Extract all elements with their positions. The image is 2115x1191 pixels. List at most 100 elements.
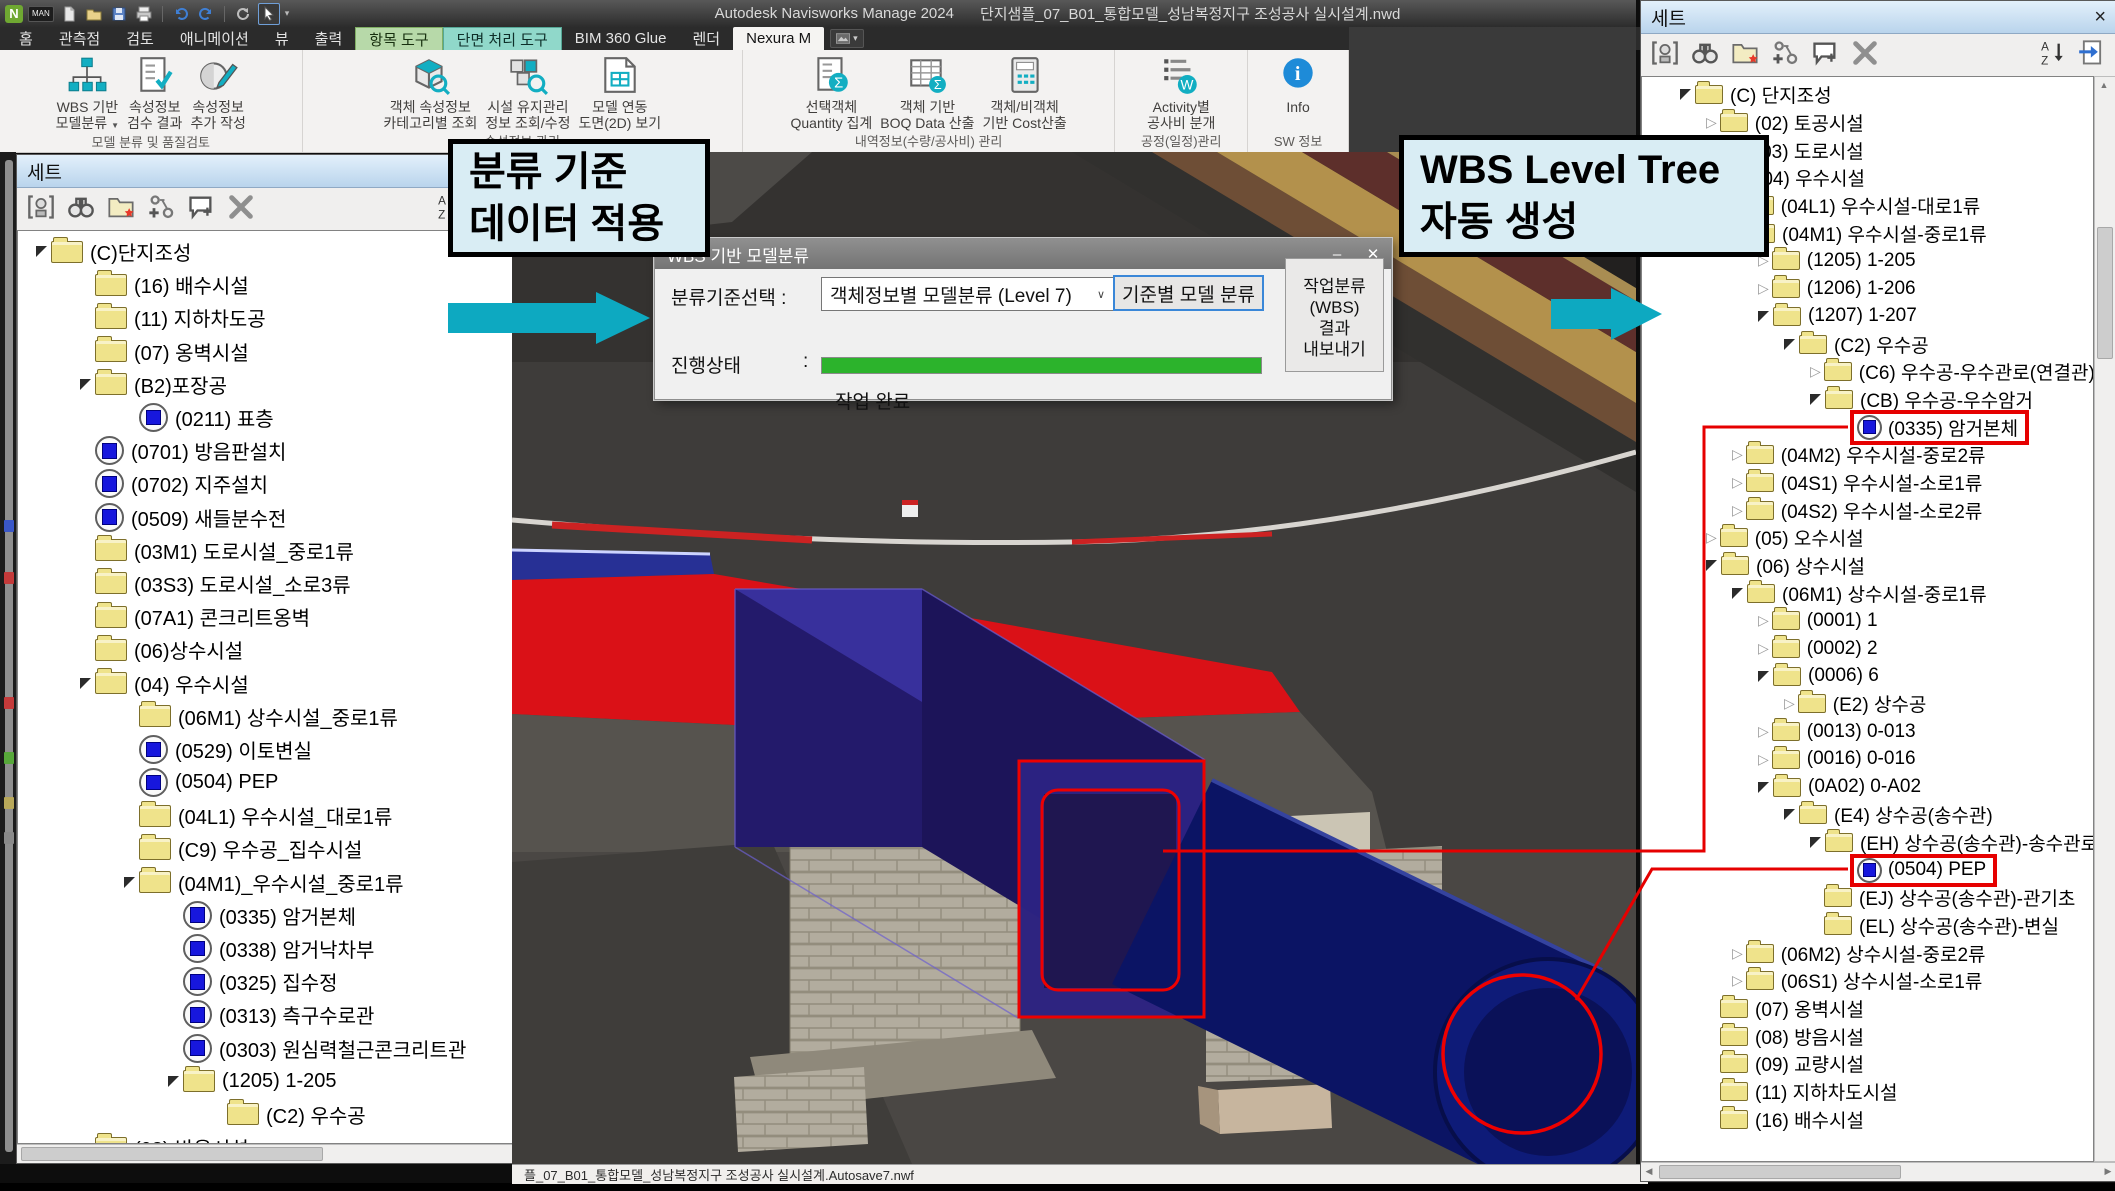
tree-item[interactable]: ▷(05) 오수시설 xyxy=(1642,524,2093,552)
tree-item[interactable]: (06M1) 상수시설_중로1류 xyxy=(18,700,512,733)
ribbon-button[interactable]: Σ선택객체Quantity 집계 xyxy=(787,53,877,131)
expander-closed-icon[interactable]: ▷ xyxy=(1732,474,1743,491)
criteria-select-dropdown[interactable]: 객체정보별 모델분류 (Level 7) ∨ xyxy=(821,277,1114,311)
expander-open-icon[interactable] xyxy=(1758,671,1769,682)
ribbon-button[interactable]: Σ객체 기반BOQ Data 산출 xyxy=(876,53,978,131)
comment-icon[interactable] xyxy=(187,193,215,226)
tree-item[interactable]: (0A02) 0-A02 xyxy=(1642,773,2093,801)
ribbon-button[interactable]: iInfo xyxy=(1273,53,1323,115)
display-options-button[interactable]: ▾ xyxy=(830,29,864,48)
tree-item[interactable]: (07) 옹벽시설 xyxy=(1642,995,2093,1023)
tree-item[interactable]: (08) 방음시설 xyxy=(18,1131,512,1144)
expander-open-icon[interactable] xyxy=(1810,394,1821,405)
expander-open-icon[interactable] xyxy=(124,877,135,888)
tree-item[interactable]: (E4) 상수공(송수관) xyxy=(1642,801,2093,829)
tree-item[interactable]: (0504) PEP xyxy=(1642,856,2093,884)
import-export-icon[interactable] xyxy=(2078,39,2106,72)
tree-item[interactable]: ▷(1206) 1-206 xyxy=(1642,275,2093,303)
expander-closed-icon[interactable]: ▷ xyxy=(1758,612,1769,629)
tree-item[interactable]: (0504) PEP xyxy=(18,766,512,799)
expander-closed-icon[interactable]: ▷ xyxy=(1732,945,1743,962)
menu-tab[interactable]: 홈 xyxy=(6,27,46,50)
menu-tab[interactable]: 단면 처리 도구 xyxy=(443,27,562,50)
menu-tab[interactable]: 뷰 xyxy=(262,27,302,50)
new-folder-icon[interactable] xyxy=(107,193,135,226)
expander-open-icon[interactable] xyxy=(36,246,47,257)
scroll-left-icon[interactable]: ◀ xyxy=(1641,1164,1657,1178)
scroll-right-icon[interactable]: ▶ xyxy=(2100,1164,2115,1178)
tree-item[interactable]: (C) 단지조성 xyxy=(1642,81,2093,109)
tree-item[interactable]: (C)단지조성 xyxy=(18,235,512,268)
tree-item[interactable]: (04) 우수시설 xyxy=(18,666,512,699)
find-icon[interactable] xyxy=(1691,39,1719,72)
tree-item[interactable]: (0529) 이토변실 xyxy=(18,733,512,766)
cursor-icon[interactable] xyxy=(258,3,280,25)
expander-closed-icon[interactable]: ▷ xyxy=(1732,502,1743,519)
tree-item[interactable]: (06M1) 상수시설-중로1류 xyxy=(1642,579,2093,607)
tree-item[interactable]: (C2) 우수공 xyxy=(18,1098,512,1131)
scroll-up-icon[interactable]: ▲ xyxy=(2095,77,2113,93)
add-set-icon[interactable] xyxy=(147,193,175,226)
tree-item[interactable]: (B2)포장공 xyxy=(18,368,512,401)
menu-tab[interactable]: 항목 도구 xyxy=(355,27,442,50)
export-wbs-result-button[interactable]: 작업분류 (WBS) 결과 내보내기 xyxy=(1285,258,1384,372)
sort-icon[interactable]: AZ xyxy=(2040,39,2068,72)
tree-item[interactable]: (03S3) 도로시설_소로3류 xyxy=(18,567,512,600)
expander-closed-icon[interactable]: ▷ xyxy=(1732,972,1743,989)
ribbon-button[interactable]: 객체/비객체기반 Cost산출 xyxy=(979,53,1071,131)
chevron-down-icon[interactable]: ▾ xyxy=(285,8,290,19)
vertical-scrollbar[interactable]: ▲ xyxy=(2094,76,2115,1162)
expander-open-icon[interactable] xyxy=(1758,311,1769,322)
expander-closed-icon[interactable]: ▷ xyxy=(1706,114,1717,131)
tree-item[interactable]: (EJ) 상수공(송수관)-관기초 xyxy=(1642,884,2093,912)
tree-item[interactable]: (11) 지하차도시설 xyxy=(1642,1078,2093,1106)
selection-set-icon[interactable] xyxy=(1651,39,1679,72)
menu-tab[interactable]: 애니메이션 xyxy=(167,27,262,50)
tree-item[interactable]: (0338) 암거낙차부 xyxy=(18,932,512,965)
ribbon-button[interactable]: 모델 연동도면(2D) 보기 xyxy=(574,53,665,131)
expander-closed-icon[interactable]: ▷ xyxy=(1706,529,1717,546)
tree-item[interactable]: ▷(06S1) 상수시설-소로1류 xyxy=(1642,967,2093,995)
left-edge-scrollbar[interactable] xyxy=(0,152,16,1164)
expander-open-icon[interactable] xyxy=(1784,809,1795,820)
add-set-icon[interactable] xyxy=(1771,39,1799,72)
tree-item[interactable]: (0313) 측구수로관 xyxy=(18,998,512,1031)
tree-item[interactable]: (16) 배수시설 xyxy=(18,268,512,301)
tree-item[interactable]: (04M1)_우수시설_중로1류 xyxy=(18,866,512,899)
undo-icon[interactable] xyxy=(171,4,191,24)
app-logo-icon[interactable]: N xyxy=(5,5,23,23)
expander-open-icon[interactable] xyxy=(1810,837,1821,848)
classify-by-criteria-button[interactable]: 기준별 모델 분류 xyxy=(1113,275,1264,311)
tree-item[interactable]: (1205) 1-205 xyxy=(18,1065,512,1098)
tree-item[interactable]: ▷(02) 토공시설 xyxy=(1642,109,2093,137)
find-icon[interactable] xyxy=(67,193,95,226)
tree-item[interactable]: (EL) 상수공(송수관)-변실 xyxy=(1642,912,2093,940)
print-icon[interactable] xyxy=(134,4,154,24)
ribbon-button[interactable]: 시설 유지관리정보 조회/수정 xyxy=(481,53,574,131)
tree-item[interactable]: (0335) 암거본체 xyxy=(18,899,512,932)
expander-closed-icon[interactable]: ▷ xyxy=(1758,751,1769,768)
selection-set-icon[interactable] xyxy=(27,193,55,226)
tree-item[interactable]: (03M1) 도로시설_중로1류 xyxy=(18,534,512,567)
tree-item[interactable]: (C2) 우수공 xyxy=(1642,330,2093,358)
ribbon-button[interactable]: WBS 기반모델분류 ▼ xyxy=(52,53,123,134)
tree-item[interactable]: ▷(0002) 2 xyxy=(1642,635,2093,663)
close-icon[interactable]: × xyxy=(2094,7,2106,27)
expander-closed-icon[interactable]: ▷ xyxy=(1758,640,1769,657)
tree-item[interactable]: (09) 교량시설 xyxy=(1642,1050,2093,1078)
delete-icon[interactable] xyxy=(1851,39,1879,72)
save-icon[interactable] xyxy=(109,4,129,24)
tree-item[interactable]: (0006) 6 xyxy=(1642,662,2093,690)
expander-open-icon[interactable] xyxy=(80,379,91,390)
ribbon-button[interactable]: 속성정보검수 결과 xyxy=(123,53,186,131)
ribbon-button[interactable]: WActivity별공사비 분개 xyxy=(1143,53,1219,131)
expander-closed-icon[interactable]: ▷ xyxy=(1810,363,1821,380)
tree-item[interactable]: (0303) 원심력철근콘크리트관 xyxy=(18,1032,512,1065)
tree-item[interactable]: (0509) 새들분수전 xyxy=(18,501,512,534)
tree-item[interactable]: (0702) 지주설치 xyxy=(18,467,512,500)
sets-tree-left[interactable]: (C)단지조성(16) 배수시설(11) 지하차도공(07) 옹벽시설(B2)포… xyxy=(17,230,513,1144)
menu-tab[interactable]: 관측점 xyxy=(46,27,113,50)
new-doc-icon[interactable] xyxy=(59,4,79,24)
tree-item[interactable]: (06) 상수시설 xyxy=(1642,552,2093,580)
ribbon-button[interactable]: 객체 속성정보카테고리별 조회 xyxy=(379,53,481,131)
